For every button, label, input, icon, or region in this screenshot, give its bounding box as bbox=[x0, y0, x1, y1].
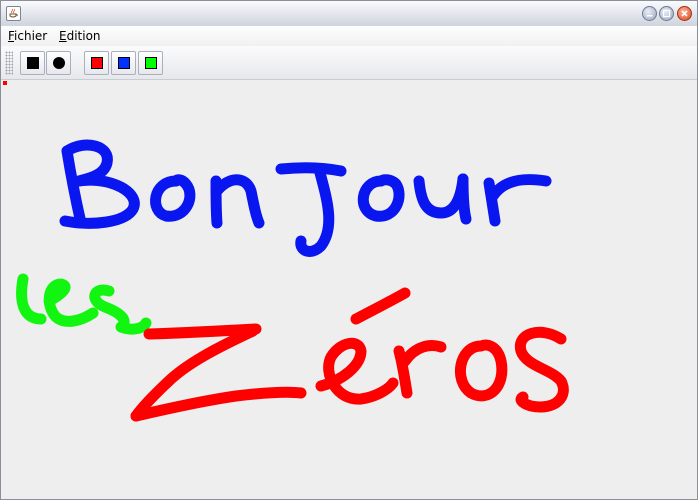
blue-swatch-icon bbox=[118, 57, 130, 69]
drawing-layer bbox=[16, 139, 569, 422]
menu-edition-mnemonic: E bbox=[59, 29, 67, 43]
menu-fichier[interactable]: Fichier bbox=[8, 29, 47, 43]
close-icon bbox=[681, 10, 688, 17]
circle-brush-button[interactable] bbox=[46, 51, 71, 75]
blue-color-button[interactable] bbox=[111, 51, 136, 75]
green-handwriting-les bbox=[16, 273, 152, 335]
green-color-button[interactable] bbox=[138, 51, 163, 75]
minimize-button[interactable] bbox=[642, 6, 657, 21]
square-shape-icon bbox=[27, 57, 39, 69]
maximize-icon bbox=[662, 9, 671, 18]
menu-edition-label: dition bbox=[66, 29, 101, 43]
square-brush-button[interactable] bbox=[20, 51, 45, 75]
green-swatch-icon bbox=[145, 57, 157, 69]
menu-bar: Fichier Edition bbox=[1, 26, 697, 46]
title-bar[interactable] bbox=[1, 1, 697, 27]
menu-fichier-label: ichier bbox=[14, 29, 48, 43]
app-window: Fichier Edition bbox=[0, 0, 698, 500]
circle-shape-icon bbox=[53, 57, 65, 69]
red-handwriting-zeros bbox=[130, 287, 569, 422]
java-coffee-cup-icon[interactable] bbox=[6, 6, 21, 21]
blue-handwriting-bonjour bbox=[59, 139, 552, 257]
close-button[interactable] bbox=[677, 6, 692, 21]
toolbar-drag-handle[interactable] bbox=[5, 51, 13, 75]
maximize-button[interactable] bbox=[659, 6, 674, 21]
red-color-button[interactable] bbox=[84, 51, 109, 75]
red-swatch-icon bbox=[91, 57, 103, 69]
drawing-canvas[interactable] bbox=[1, 80, 697, 499]
toolbar bbox=[1, 46, 697, 80]
menu-edition[interactable]: Edition bbox=[59, 29, 101, 43]
minimize-icon bbox=[646, 15, 653, 17]
